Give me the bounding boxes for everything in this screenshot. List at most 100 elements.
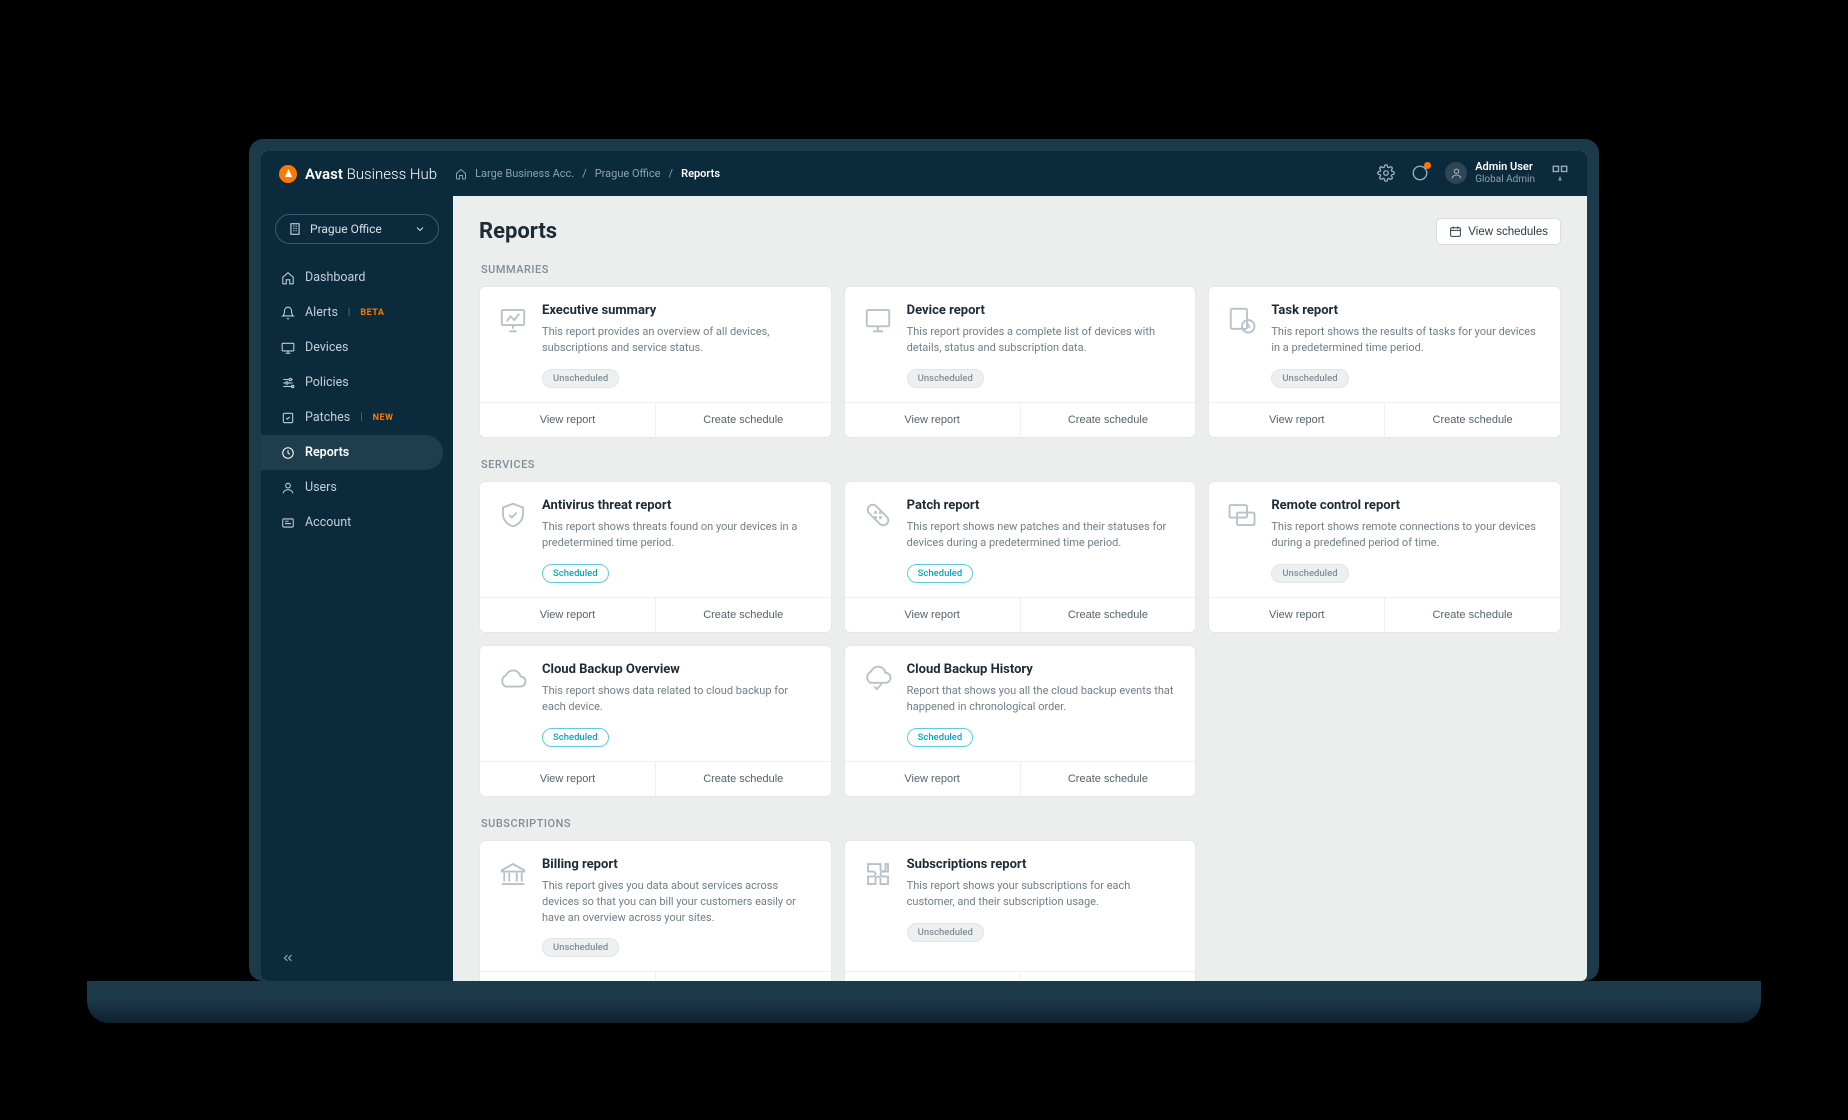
sidebar-item-patches[interactable]: Patches | NEW — [261, 400, 453, 435]
sidebar-item-label: Alerts — [305, 305, 338, 320]
home-icon — [281, 271, 295, 285]
gear-icon[interactable] — [1377, 164, 1395, 182]
presentation-icon — [498, 305, 528, 335]
card-description: This report gives you data about service… — [542, 878, 813, 926]
card-description: This report shows remote connections to … — [1271, 519, 1542, 551]
sidebar-item-reports[interactable]: Reports — [261, 435, 443, 470]
breadcrumb-account[interactable]: Large Business Acc. — [475, 167, 574, 180]
breadcrumb-site[interactable]: Prague Office — [595, 167, 661, 180]
site-selector[interactable]: Prague Office — [275, 214, 439, 244]
patch-icon — [281, 411, 295, 425]
view-report-button[interactable]: View report — [480, 598, 655, 632]
sidebar-item-label: Patches — [305, 410, 350, 425]
apps-icon[interactable] — [1551, 164, 1569, 182]
building-icon — [288, 222, 302, 236]
new-badge: NEW — [373, 413, 394, 423]
sidebar-item-account[interactable]: Account — [261, 505, 453, 540]
page-title: Reports — [479, 219, 557, 244]
card-title: Task report — [1271, 303, 1542, 318]
shield-check-icon — [498, 500, 528, 530]
bell-icon[interactable] — [1411, 164, 1429, 182]
breadcrumb-current: Reports — [681, 167, 720, 180]
monitor-icon — [281, 341, 295, 355]
sidebar-item-users[interactable]: Users — [261, 470, 453, 505]
sliders-icon — [281, 376, 295, 390]
report-card-patch: Patch report This report shows new patch… — [844, 481, 1197, 633]
sidebar-item-policies[interactable]: Policies — [261, 365, 453, 400]
card-description: This report shows new patches and their … — [907, 519, 1178, 551]
create-schedule-button[interactable]: Create schedule — [1020, 598, 1196, 632]
sidebar-item-label: Users — [305, 480, 337, 495]
breadcrumb: Large Business Acc. / Prague Office / Re… — [455, 167, 720, 180]
report-card-device-report: Device report This report provides a com… — [844, 286, 1197, 438]
home-icon[interactable] — [455, 168, 467, 180]
view-report-button[interactable]: View report — [845, 403, 1020, 437]
create-schedule-button[interactable]: Create schedule — [1384, 403, 1560, 437]
view-report-button[interactable]: View report — [480, 972, 655, 981]
user-name: Admin User — [1475, 161, 1535, 174]
puzzle-icon — [863, 859, 893, 889]
report-card-remote-control: Remote control report This report shows … — [1208, 481, 1561, 633]
report-card-task-report: Task report This report shows the result… — [1208, 286, 1561, 438]
report-card-billing: Billing report This report gives you dat… — [479, 840, 832, 981]
view-schedules-label: View schedules — [1468, 226, 1548, 238]
report-card-cloud-backup-history: Cloud Backup History Report that shows y… — [844, 645, 1197, 797]
card-description: This report shows threats found on your … — [542, 519, 813, 551]
view-report-button[interactable]: View report — [1209, 598, 1384, 632]
create-schedule-button[interactable]: Create schedule — [1384, 598, 1560, 632]
brand-logo: Avast Business Hub — [279, 165, 437, 183]
card-title: Billing report — [542, 857, 813, 872]
create-schedule-button[interactable]: Create schedule — [655, 762, 831, 796]
view-report-button[interactable]: View report — [480, 762, 655, 796]
sidebar-item-label: Account — [305, 515, 351, 530]
create-schedule-button[interactable]: Create schedule — [655, 972, 831, 981]
create-schedule-button[interactable]: Create schedule — [1020, 972, 1196, 981]
section-label-services: SERVICES — [481, 458, 1561, 471]
status-badge: Scheduled — [907, 728, 974, 747]
sidebar-item-label: Reports — [305, 445, 349, 460]
create-schedule-button[interactable]: Create schedule — [655, 403, 831, 437]
card-title: Subscriptions report — [907, 857, 1178, 872]
create-schedule-button[interactable]: Create schedule — [655, 598, 831, 632]
card-description: This report provides a complete list of … — [907, 324, 1178, 356]
site-selector-label: Prague Office — [310, 222, 382, 236]
status-badge: Unscheduled — [1271, 369, 1348, 388]
card-title: Patch report — [907, 498, 1178, 513]
user-menu[interactable]: Admin User Global Admin — [1445, 161, 1535, 185]
card-description: This report shows the results of tasks f… — [1271, 324, 1542, 356]
create-schedule-button[interactable]: Create schedule — [1020, 762, 1196, 796]
task-clock-icon — [1227, 305, 1257, 335]
sidebar-item-label: Dashboard — [305, 270, 365, 285]
report-card-subscriptions: Subscriptions report This report shows y… — [844, 840, 1197, 981]
brand-name-bold: Avast — [305, 165, 343, 183]
avast-logo-icon — [279, 165, 297, 183]
status-badge: Scheduled — [907, 564, 974, 583]
sidebar-item-label: Policies — [305, 375, 349, 390]
view-report-button[interactable]: View report — [845, 972, 1020, 981]
bank-icon — [498, 859, 528, 889]
status-badge: Unscheduled — [1271, 564, 1348, 583]
view-report-button[interactable]: View report — [845, 598, 1020, 632]
view-report-button[interactable]: View report — [480, 403, 655, 437]
report-card-antivirus: Antivirus threat report This report show… — [479, 481, 832, 633]
status-badge: Unscheduled — [542, 938, 619, 957]
report-card-cloud-backup-overview: Cloud Backup Overview This report shows … — [479, 645, 832, 797]
card-title: Device report — [907, 303, 1178, 318]
sidebar-item-label: Devices — [305, 340, 348, 355]
status-badge: Scheduled — [542, 728, 609, 747]
status-badge: Unscheduled — [907, 369, 984, 388]
create-schedule-button[interactable]: Create schedule — [1020, 403, 1196, 437]
view-report-button[interactable]: View report — [845, 762, 1020, 796]
card-description: This report shows data related to cloud … — [542, 683, 813, 715]
collapse-sidebar-icon[interactable] — [281, 951, 433, 965]
sidebar-item-alerts[interactable]: Alerts | BETA — [261, 295, 453, 330]
view-report-button[interactable]: View report — [1209, 403, 1384, 437]
calendar-icon — [1449, 225, 1462, 238]
bell-icon — [281, 306, 295, 320]
beta-badge: BETA — [360, 308, 384, 318]
monitor-icon — [863, 305, 893, 335]
sidebar-item-devices[interactable]: Devices — [261, 330, 453, 365]
sidebar-item-dashboard[interactable]: Dashboard — [261, 260, 453, 295]
view-schedules-button[interactable]: View schedules — [1436, 218, 1561, 245]
card-description: Report that shows you all the cloud back… — [907, 683, 1178, 715]
